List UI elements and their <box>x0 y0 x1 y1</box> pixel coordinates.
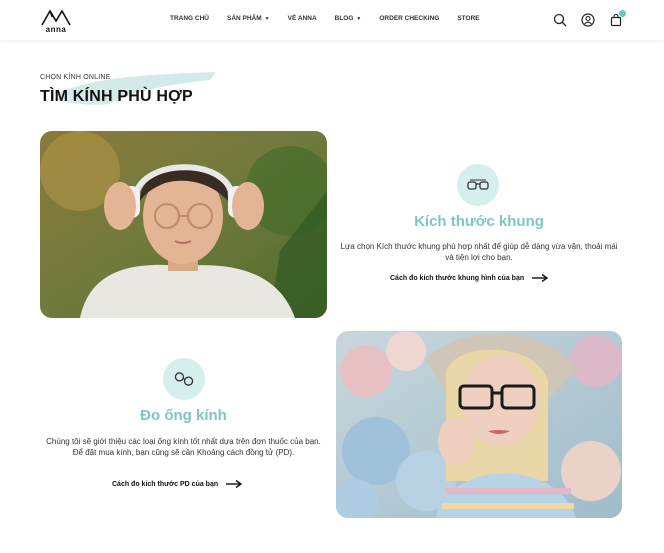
header-actions <box>553 10 626 27</box>
lens-icon <box>163 358 205 400</box>
nav-label: STORE <box>457 15 480 22</box>
feature-desc-lens: Chúng tôi sẽ giới thiệu các loại ống kín… <box>46 437 321 457</box>
pd-guide-link[interactable]: Cách đo kích thước PD của bạn <box>112 480 243 488</box>
nav-label: SẢN PHẨM <box>227 15 262 22</box>
nav-item-store[interactable]: STORE <box>457 15 479 22</box>
user-icon[interactable] <box>581 13 595 27</box>
nav-label: VỀ ANNA <box>287 15 317 22</box>
search-icon[interactable] <box>553 13 567 27</box>
nav-item-ve-anna[interactable]: VỀ ANNA <box>288 15 317 22</box>
arrow-right-icon <box>226 480 243 488</box>
feature-title-lens: Đo ống kính <box>140 407 227 424</box>
nav-label: ORDER CHECKING <box>379 15 440 22</box>
nav-item-trang-chu[interactable]: TRANG CHỦ <box>170 15 209 22</box>
nav-item-order-checking[interactable]: ORDER CHECKING <box>379 15 439 22</box>
main-nav: TRANG CHỦ SẢN PHẨM ▼ VỀ ANNA BLOG ▼ ORDE… <box>170 15 498 22</box>
feature-title-frame-size: Kích thước khung <box>414 213 544 230</box>
frame-size-guide-link[interactable]: Cách đo kích thước khung hình của bạn <box>390 274 549 282</box>
page-title: TÌM KÍNH PHÙ HỢP <box>40 88 193 105</box>
model-photo-1 <box>40 131 327 318</box>
nav-item-san-pham[interactable]: SẢN PHẨM ▼ <box>227 15 270 22</box>
link-label: Cách đo kích thước PD của bạn <box>112 480 219 488</box>
nav-label: TRANG CHỦ <box>170 15 209 22</box>
nav-item-blog[interactable]: BLOG ▼ <box>335 15 362 22</box>
glasses-frame-icon <box>457 164 499 206</box>
anna-logo[interactable]: anna <box>40 7 72 35</box>
site-header: anna TRANG CHỦ SẢN PHẨM ▼ VỀ ANNA BLOG ▼… <box>0 0 664 40</box>
arrow-right-icon <box>532 274 549 282</box>
logo-mark-icon <box>41 9 71 26</box>
nav-label: BLOG <box>334 15 354 22</box>
cart-icon[interactable] <box>609 10 626 27</box>
link-label: Cách đo kích thước khung hình của bạn <box>390 274 525 282</box>
caret-down-icon: ▼ <box>356 15 362 22</box>
section-eyebrow: CHỌN KÍNH ONLINE <box>40 74 111 81</box>
model-photo-2 <box>336 331 622 518</box>
caret-down-icon: ▼ <box>264 15 270 22</box>
logo-text: anna <box>45 25 67 34</box>
cart-badge <box>619 10 626 17</box>
feature-desc-frame-size: Lựa chọn Kích thước khung phù hợp nhất đ… <box>340 242 618 262</box>
